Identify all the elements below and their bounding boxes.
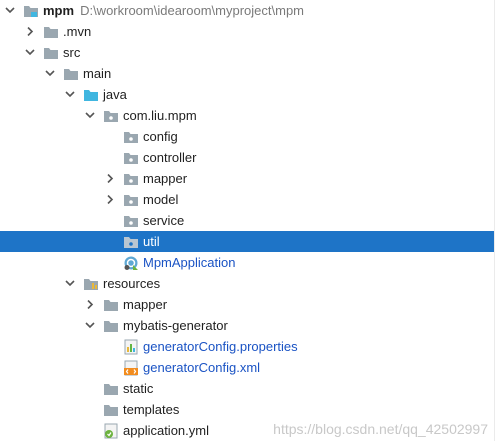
chevron-down-icon[interactable] bbox=[65, 273, 75, 294]
tree-item-model[interactable]: model bbox=[0, 189, 495, 210]
package-icon bbox=[103, 108, 119, 124]
folder-icon bbox=[103, 402, 119, 418]
tree-item-label: src bbox=[63, 45, 81, 60]
tree-item-static[interactable]: static bbox=[0, 378, 495, 399]
tree-item-mybatis-generator[interactable]: mybatis-generator bbox=[0, 315, 495, 336]
tree-item-mpm-application[interactable]: MpmApplication bbox=[0, 252, 495, 273]
tree-item-label: .mvn bbox=[63, 24, 92, 39]
package-icon bbox=[123, 129, 139, 145]
folder-icon bbox=[63, 66, 79, 82]
tree-item-label: mybatis-generator bbox=[123, 318, 228, 333]
tree-item-label: main bbox=[83, 66, 112, 81]
tree-item-util[interactable]: util bbox=[0, 231, 495, 252]
tree-item-label: controller bbox=[143, 150, 197, 165]
package-icon bbox=[123, 192, 139, 208]
tree-item-label: com.liu.mpm bbox=[123, 108, 197, 123]
folder-icon bbox=[43, 45, 59, 61]
tree-item-src[interactable]: src bbox=[0, 42, 495, 63]
tree-item-label: application.yml bbox=[123, 423, 209, 438]
chevron-down-icon[interactable] bbox=[65, 84, 75, 105]
tree-item-label: config bbox=[143, 129, 178, 144]
tree-item-mapper-resources[interactable]: mapper bbox=[0, 294, 495, 315]
tree-item-label: resources bbox=[103, 276, 161, 291]
package-icon bbox=[123, 171, 139, 187]
tree-item-com-liu-mpm[interactable]: com.liu.mpm bbox=[0, 105, 495, 126]
tree-item-label: model bbox=[143, 192, 179, 207]
tree-item-label: util bbox=[143, 234, 160, 249]
tree-item-label: static bbox=[123, 381, 154, 396]
spring-boot-class-icon bbox=[123, 255, 139, 271]
chevron-right-icon[interactable] bbox=[105, 168, 115, 189]
chevron-down-icon[interactable] bbox=[85, 105, 95, 126]
properties-file-icon bbox=[123, 339, 139, 355]
tree-item-main[interactable]: main bbox=[0, 63, 495, 84]
xml-file-icon bbox=[123, 360, 139, 376]
tree-item-java[interactable]: java bbox=[0, 84, 495, 105]
chevron-down-icon[interactable] bbox=[5, 0, 15, 21]
resources-root-folder-icon bbox=[83, 276, 99, 292]
package-icon bbox=[123, 150, 139, 166]
watermark: https://blog.csdn.net/qq_42502997 bbox=[273, 421, 488, 437]
folder-icon bbox=[103, 318, 119, 334]
tree-item-templates[interactable]: templates bbox=[0, 399, 495, 420]
folder-icon bbox=[43, 24, 59, 40]
tree-item-mvn[interactable]: .mvn bbox=[0, 21, 495, 42]
tree-item-label: java bbox=[103, 87, 127, 102]
tree-item-label: service bbox=[143, 213, 185, 228]
yaml-file-icon bbox=[103, 423, 119, 439]
module-folder-icon bbox=[23, 3, 39, 19]
chevron-right-icon[interactable] bbox=[25, 21, 35, 42]
tree-item-label: mapper bbox=[143, 171, 188, 186]
tree-item-resources[interactable]: resources bbox=[0, 273, 495, 294]
tree-item-label: mpm D:\workroom\idearoom\myproject\mpm bbox=[43, 3, 305, 18]
chevron-down-icon[interactable] bbox=[25, 42, 35, 63]
tree-item-label: generatorConfig.xml bbox=[143, 360, 261, 375]
tree-item-controller[interactable]: controller bbox=[0, 147, 495, 168]
tree-item-config[interactable]: config bbox=[0, 126, 495, 147]
folder-icon bbox=[103, 381, 119, 397]
chevron-down-icon[interactable] bbox=[85, 315, 95, 336]
chevron-down-icon[interactable] bbox=[45, 63, 55, 84]
tree-item-label: mapper bbox=[123, 297, 168, 312]
tree-item-label: templates bbox=[123, 402, 180, 417]
tree-item-generator-config-xml[interactable]: generatorConfig.xml bbox=[0, 357, 495, 378]
package-icon bbox=[123, 213, 139, 229]
folder-icon bbox=[103, 297, 119, 313]
tree-item-label: generatorConfig.properties bbox=[143, 339, 298, 354]
project-path: D:\workroom\idearoom\myproject\mpm bbox=[80, 3, 305, 18]
tree-item-generator-config-properties[interactable]: generatorConfig.properties bbox=[0, 336, 495, 357]
source-root-folder-icon bbox=[83, 87, 99, 103]
tree-item-label: MpmApplication bbox=[143, 255, 236, 270]
tree-item-mapper-package[interactable]: mapper bbox=[0, 168, 495, 189]
tree-item-service[interactable]: service bbox=[0, 210, 495, 231]
tree-item-mpm[interactable]: mpm D:\workroom\idearoom\myproject\mpm bbox=[0, 0, 495, 21]
chevron-right-icon[interactable] bbox=[85, 294, 95, 315]
chevron-right-icon[interactable] bbox=[105, 189, 115, 210]
package-icon bbox=[123, 234, 139, 250]
project-tree: mpm D:\workroom\idearoom\myproject\mpm .m… bbox=[0, 0, 495, 441]
